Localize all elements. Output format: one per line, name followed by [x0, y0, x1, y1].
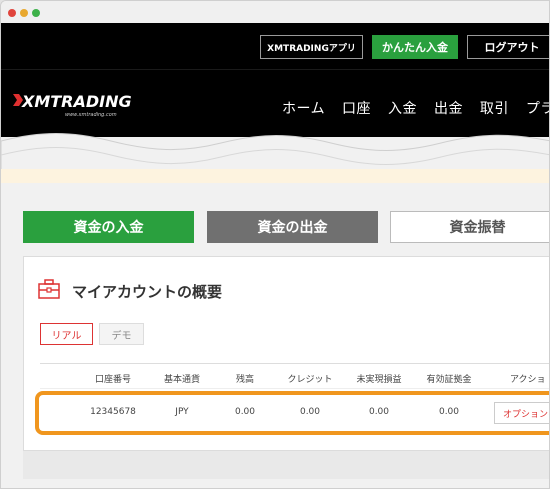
nav-withdraw[interactable]: 出金 [434, 101, 463, 117]
logo-url: www.xmtrading.com [65, 112, 117, 118]
logout-button[interactable]: ログアウト [467, 35, 549, 59]
quick-deposit-button[interactable]: かんたん入金 [372, 35, 458, 59]
col-action: アクショ [510, 375, 546, 385]
title-bar [1, 1, 549, 23]
col-equity: 有効証拠金 [426, 375, 472, 385]
minimize-window-button[interactable] [20, 9, 28, 17]
torn-edge-divider [1, 133, 549, 183]
logo-mark: XMTRADING www.xmtrading.com [13, 92, 132, 118]
close-window-button[interactable] [8, 9, 16, 17]
xmtrading-app-button[interactable]: XMTRADINGアプリ [260, 35, 363, 59]
xmtrading-logo[interactable]: XMTRADING www.xmtrading.com [13, 90, 143, 120]
maximize-window-button[interactable] [32, 9, 40, 17]
nav-trade[interactable]: 取引 [480, 101, 509, 117]
transfer-funds-button[interactable]: 資金振替 [390, 211, 549, 243]
col-balance: 残高 [235, 375, 254, 385]
main-nav-bar: XMTRADING www.xmtrading.com ホーム 口座 入金 出金… [1, 69, 549, 137]
panel-header: マイアカウントの概要 [38, 279, 222, 303]
briefcase-icon [38, 279, 60, 303]
col-account-number: 口座番号 [94, 375, 131, 385]
nav-deposit[interactable]: 入金 [388, 101, 417, 117]
accounts-table-header: 口座番号 基本通貨 残高 クレジット 未実現損益 有効証拠金 アクショ [40, 363, 549, 389]
col-credit: クレジット [287, 375, 333, 385]
deposit-funds-button[interactable]: 資金の入金 [23, 211, 194, 243]
nav-home[interactable]: ホーム [282, 101, 325, 117]
logo-wordmark: XMTRADING [21, 92, 132, 111]
primary-nav: ホーム 口座 入金 出金 取引 プラット [282, 98, 549, 118]
panel-title: マイアカウントの概要 [72, 282, 223, 301]
fund-actions: 資金の入金 資金の出金 資金振替 [1, 211, 549, 243]
nav-platform[interactable]: プラット [526, 101, 549, 117]
tab-demo[interactable]: デモ [99, 323, 144, 345]
nav-accounts[interactable]: 口座 [342, 101, 371, 117]
col-base-currency: 基本通貨 [163, 375, 200, 385]
col-unrealized-pl: 未実現損益 [356, 375, 402, 385]
row-highlight-outline [35, 391, 549, 435]
tab-real[interactable]: リアル [40, 323, 93, 345]
withdraw-funds-button[interactable]: 資金の出金 [207, 211, 378, 243]
panel-footer [23, 451, 549, 479]
browser-window: XMTRADINGアプリ かんたん入金 ログアウト XMTRADING www.… [0, 0, 550, 489]
top-utility-bar: XMTRADINGアプリ かんたん入金 ログアウト [1, 23, 549, 69]
